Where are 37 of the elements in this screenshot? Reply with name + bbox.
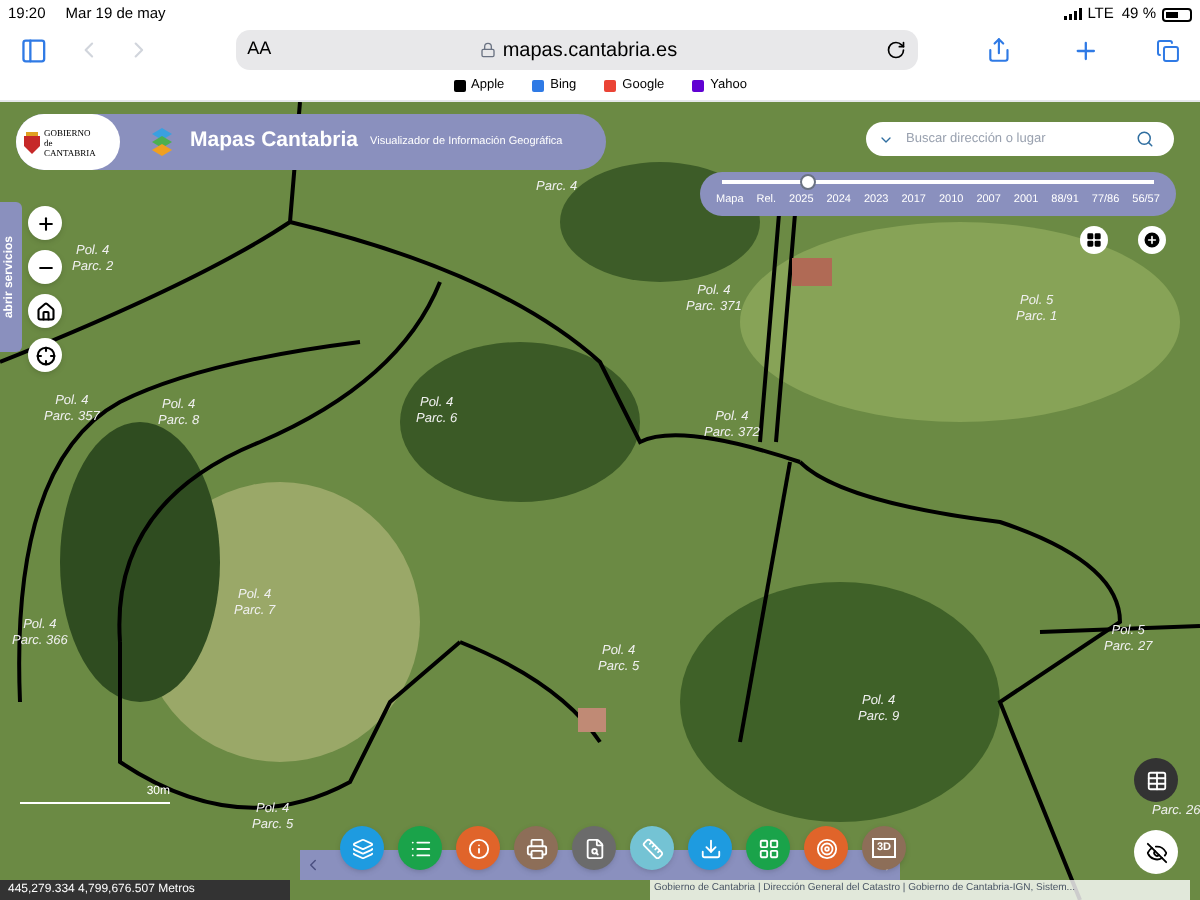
bookmark-icon — [453, 80, 466, 92]
address-bar[interactable]: AA mapas.cantabria.es — [235, 30, 919, 70]
plus-circle-icon — [1142, 230, 1162, 250]
bookmark-icon — [692, 80, 705, 92]
search-icon[interactable] — [1136, 130, 1154, 148]
bookmark-icon — [604, 80, 617, 92]
slider-thumb[interactable] — [800, 174, 817, 190]
query-icon — [583, 837, 605, 859]
home-icon — [35, 301, 55, 321]
grid-icon — [1086, 232, 1102, 248]
zoom-in-icon — [35, 213, 55, 233]
bookmark-icon — [532, 80, 545, 92]
house-roof-icon — [792, 258, 832, 286]
grid-icon — [757, 837, 779, 859]
layers-logo-icon — [152, 128, 172, 156]
signal-icon — [1063, 8, 1082, 20]
print-icon — [525, 837, 547, 859]
coat-of-arms-icon — [24, 131, 40, 153]
reload-icon[interactable] — [886, 40, 907, 60]
target-icon — [815, 837, 837, 859]
ruler-icon — [641, 837, 663, 859]
table-icon — [1145, 769, 1167, 791]
layers-icon — [351, 837, 373, 859]
share-icon[interactable] — [986, 36, 1013, 64]
lock-icon — [480, 42, 497, 58]
text-size-button[interactable]: AA — [247, 36, 272, 64]
house-roof-icon — [578, 708, 606, 732]
sidebar-icon[interactable] — [20, 35, 48, 65]
download-icon — [699, 837, 721, 859]
timeline-track[interactable] — [722, 180, 1154, 184]
eye-off-icon — [1145, 841, 1167, 863]
battery-icon — [1162, 7, 1192, 21]
locate-icon — [35, 345, 55, 365]
app-title: Mapas Cantabria — [190, 126, 359, 157]
tabs-icon[interactable] — [1156, 37, 1180, 63]
info-icon — [467, 837, 489, 859]
url-text: mapas.cantabria.es — [502, 37, 678, 65]
